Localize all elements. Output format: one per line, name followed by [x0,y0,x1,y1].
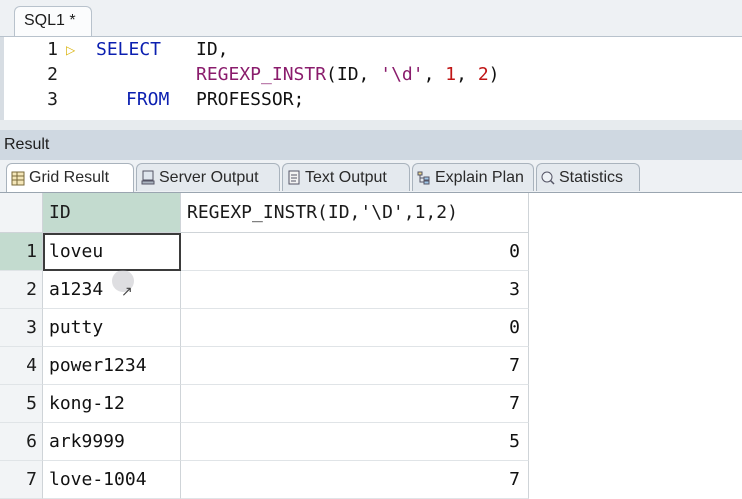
tab-explain-plan[interactable]: Explain Plan [412,163,534,191]
cell-id[interactable]: putty [43,309,181,347]
cell-id[interactable]: power1234 [43,347,181,385]
grid-corner-cell[interactable] [0,193,43,233]
tab-grid-result[interactable]: Grid Result [6,163,134,192]
cell-value[interactable]: 7 [181,461,529,499]
row-number[interactable]: 7 [0,461,43,499]
cell-id[interactable]: love-1004 [43,461,181,499]
editor-tab-label: SQL1 * [24,12,76,29]
row-number[interactable]: 6 [0,423,43,461]
tab-label: Text Output [305,168,387,186]
sql-function: REGEXP_INSTR [196,64,327,85]
sql-token: , [423,64,446,85]
cell-value[interactable]: 5 [181,423,529,461]
cell-value[interactable]: 7 [181,385,529,423]
explain-plan-icon [417,170,431,185]
tab-label: Server Output [159,168,259,186]
current-statement-marker-icon: ▷ [66,43,76,57]
splitter[interactable] [0,120,742,130]
tab-label: Grid Result [29,169,110,186]
grid-icon [11,171,25,186]
sql-token: (ID, [326,64,381,85]
result-panel-title: Result [4,136,50,153]
tab-text-output[interactable]: Text Output [282,163,410,191]
text-output-icon [287,170,301,185]
sql-line-2: REGEXP_INSTR(ID, '\d', 1, 2) [196,64,500,85]
cell-value[interactable]: 0 [181,309,529,347]
cell-id[interactable]: kong-12 [43,385,181,423]
editor-tab-strip: SQL1 * [0,0,742,37]
cell-value[interactable]: 7 [181,347,529,385]
result-panel-header: Result [0,130,742,160]
cell-id[interactable]: ark9999 [43,423,181,461]
tab-label: Statistics [559,168,624,186]
sql-token: ID, [196,39,229,60]
tab-statistics[interactable]: Statistics [536,163,640,191]
sql-number: 2 [477,64,489,85]
tab-server-output[interactable]: Server Output [136,163,280,191]
sql-token: , [456,64,478,85]
row-number[interactable]: 5 [0,385,43,423]
cell-value[interactable]: 0 [181,233,529,271]
result-tab-strip: Grid Result Server Output Text Output Ex… [0,160,742,193]
row-number[interactable]: 1 [0,233,43,271]
sql-keyword: SELECT [96,39,162,60]
column-header-regexp-instr[interactable]: REGEXP_INSTR(ID,'\D',1,2) [181,193,529,233]
sql-token: PROFESSOR; [196,89,305,110]
sql-number: 1 [445,64,457,85]
cell-id[interactable]: loveu [43,233,181,271]
cell-value[interactable]: 3 [181,271,529,309]
line-number: 1 [47,39,58,60]
line-number: 3 [47,89,58,110]
line-number: 2 [47,64,58,85]
sql-editor[interactable]: 1 ▷ SELECT ID, 2 REGEXP_INSTR(ID, '\d', … [0,36,742,121]
editor-tab-sql1[interactable]: SQL1 * [14,6,92,37]
server-output-icon [141,170,155,185]
row-number[interactable]: 4 [0,347,43,385]
sql-string: '\d' [380,64,424,85]
row-number[interactable]: 2 [0,271,43,309]
column-header-id[interactable]: ID [43,193,181,233]
editor-gutter [0,37,4,121]
row-number[interactable]: 3 [0,309,43,347]
sql-token: ) [488,64,500,85]
mouse-pointer-icon: ↗ [121,283,133,299]
tab-label: Explain Plan [435,168,524,186]
statistics-icon [541,170,555,185]
sql-keyword: FROM [126,89,170,110]
